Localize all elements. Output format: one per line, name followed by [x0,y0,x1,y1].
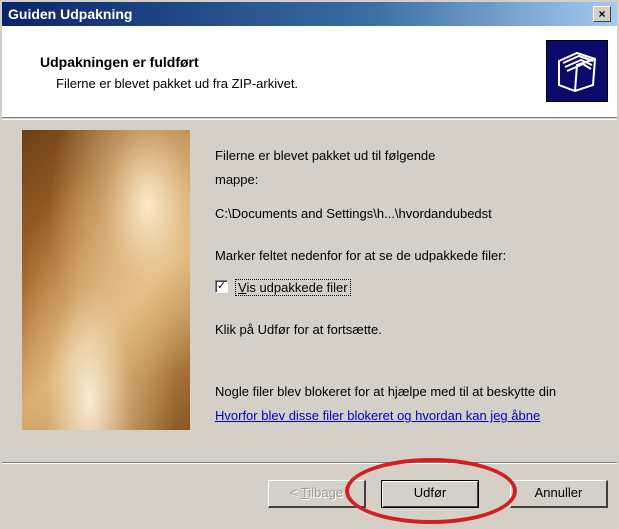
back-button-rest: ilbage [308,485,344,500]
wizard-side-image [22,130,190,430]
continue-instruction: Klik på Udfør for at fortsætte. [215,322,382,337]
blocked-files-help-link[interactable]: Hvorfor blev disse filer blokeret og hvo… [215,408,540,423]
blocked-files-notice: Nogle filer blev blokeret for at hjælpe … [215,384,557,399]
close-icon[interactable]: × [593,6,611,22]
back-button[interactable]: < Tilbage [268,480,366,508]
footer-divider [2,462,617,464]
show-files-checkbox[interactable]: ✓ [215,280,228,293]
header-title: Udpakningen er fuldført [40,54,199,70]
destination-intro: Filerne er blevet pakket ud til følgende [215,148,436,163]
show-files-label[interactable]: Vis udpakkede filer [235,279,351,296]
title-bar[interactable]: Guiden Udpakning × [2,2,617,26]
window-title: Guiden Udpakning [8,6,133,22]
show-files-label-rest: is udpakkede filer [246,280,348,295]
destination-path: C:\Documents and Settings\h...\hvordandu… [215,206,492,221]
extraction-wizard-window: Guiden Udpakning × Udpakningen er fuldfø… [0,0,619,529]
header-divider [2,119,617,120]
header-subtitle: Filerne er blevet pakket ud fra ZIP-arki… [56,76,299,91]
folders-icon [546,40,608,102]
cancel-button[interactable]: Annuller [510,480,608,508]
finish-button[interactable]: Udfør [381,480,479,508]
checkbox-instruction: Marker feltet nedenfor for at se de udpa… [215,248,507,263]
destination-intro-cont: mappe: [215,172,259,187]
wizard-header: Udpakningen er fuldført Filerne er bleve… [2,26,617,118]
back-button-prefix: < [289,485,301,500]
